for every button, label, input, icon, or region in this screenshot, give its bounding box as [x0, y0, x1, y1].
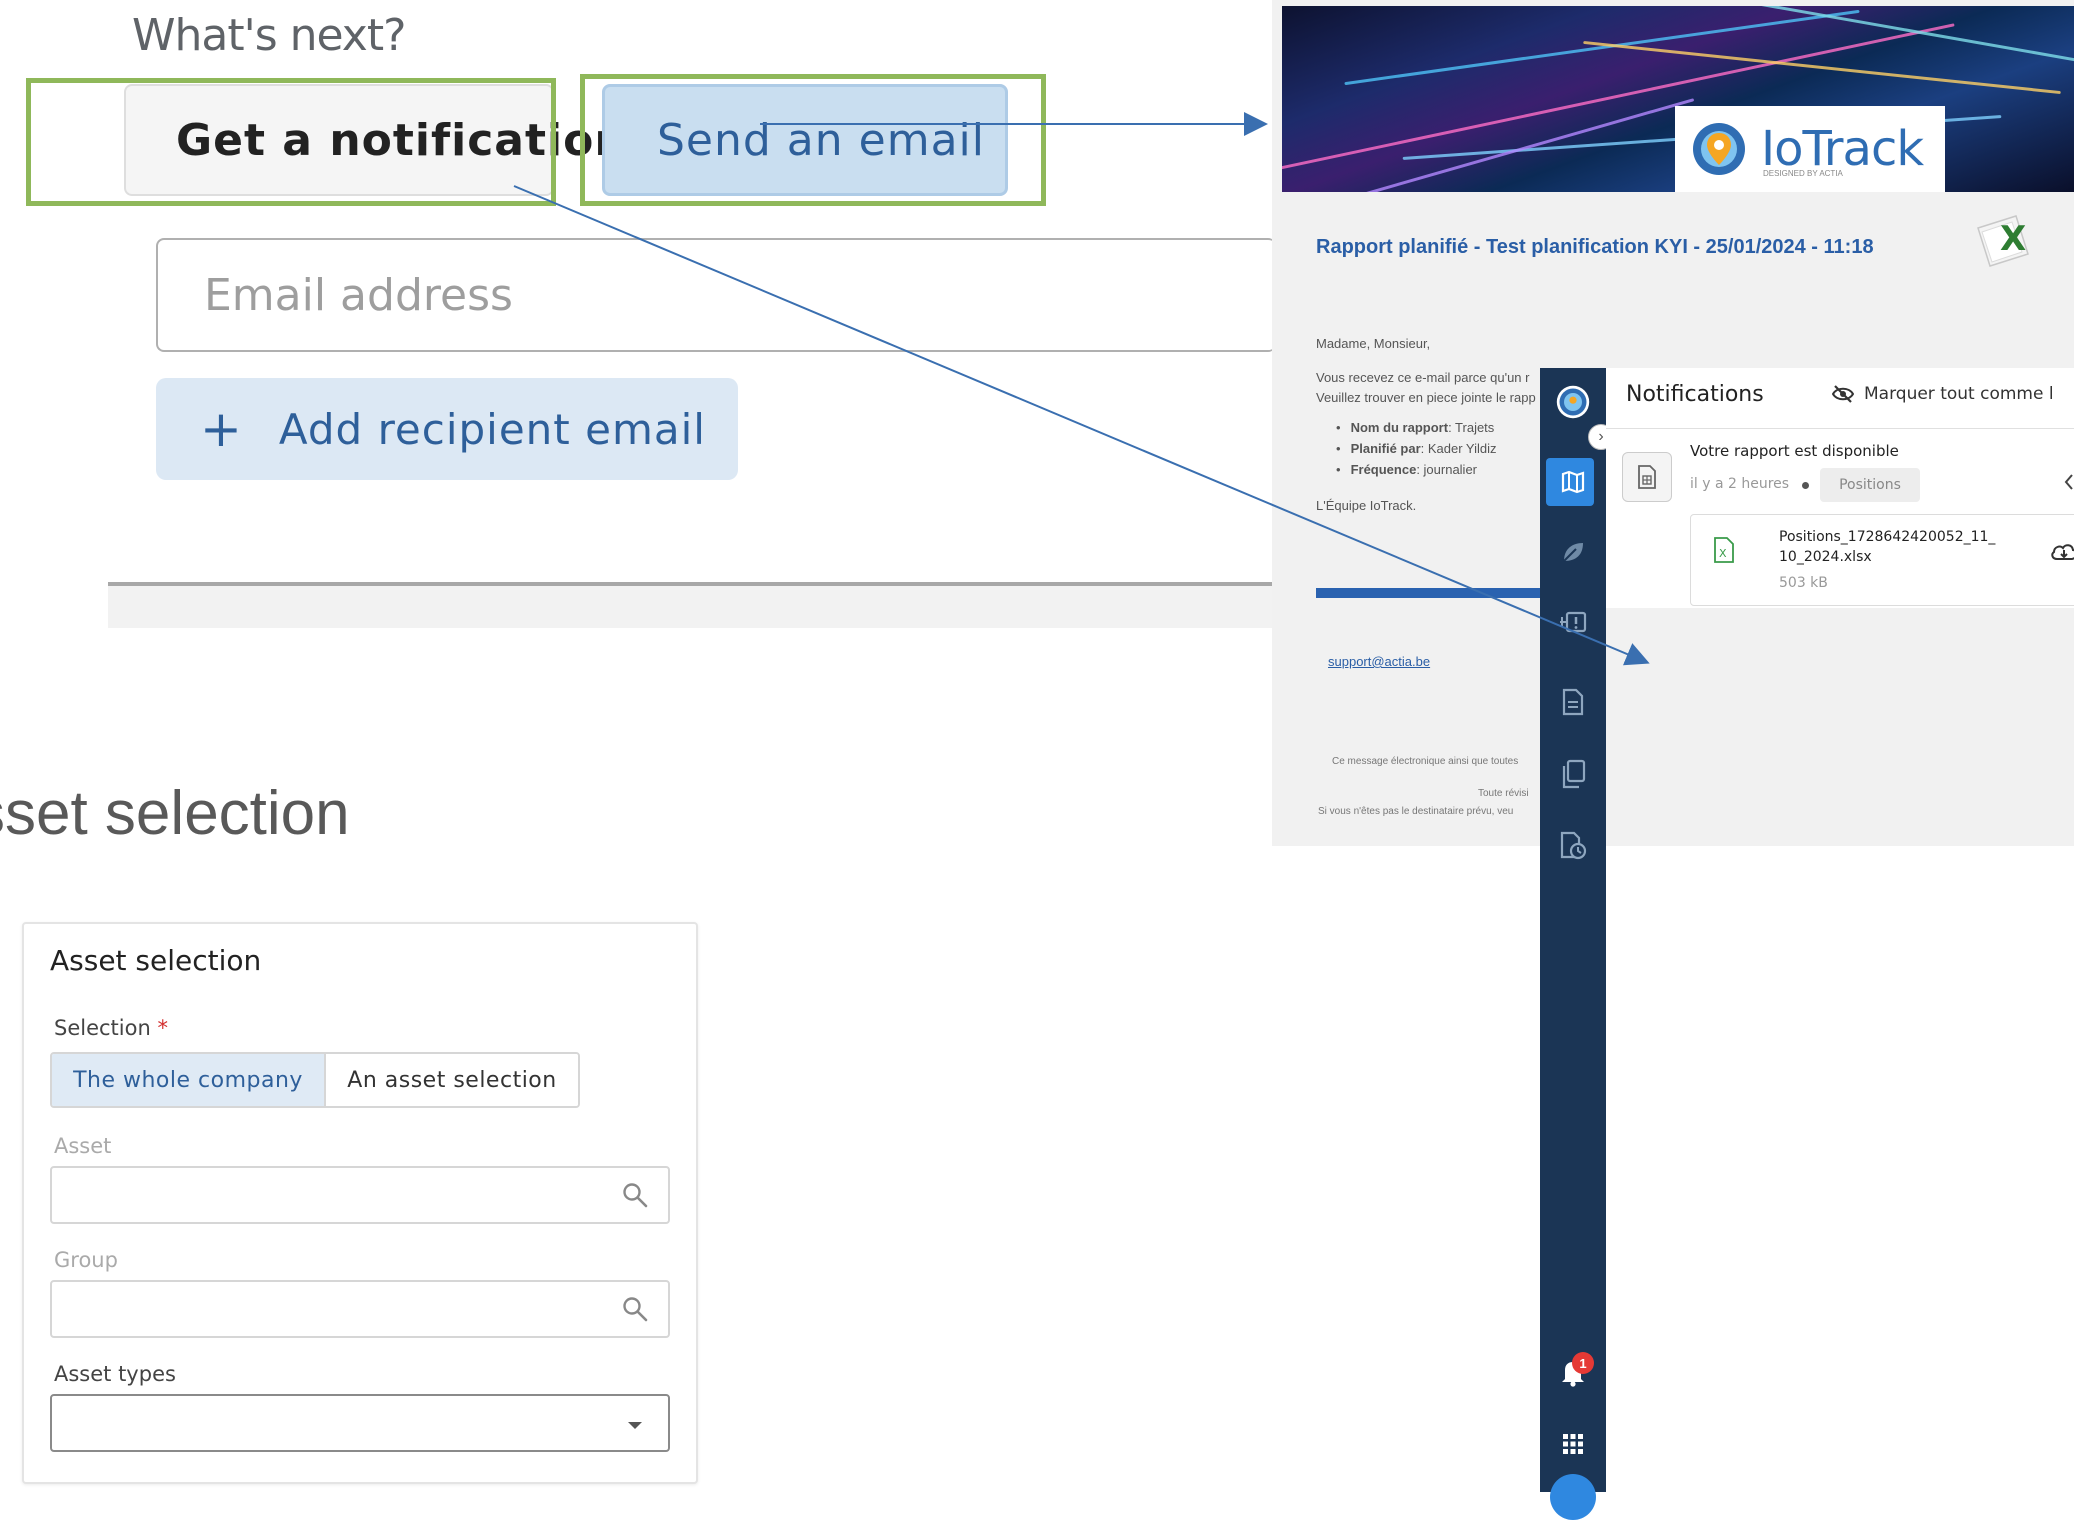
leaf-icon[interactable] [1555, 534, 1591, 570]
selection-toggle: The whole company An asset selection [50, 1052, 580, 1108]
notification-message: Votre rapport est disponible [1690, 442, 1899, 460]
footer-line3: Si vous n'êtes pas le destinataire prévu… [1318, 806, 1514, 817]
separator-dot [1802, 482, 1809, 489]
app-logo-icon[interactable] [1555, 384, 1591, 420]
mark-all-read-label: Marquer tout comme l [1864, 384, 2054, 404]
search-icon [623, 1183, 648, 1208]
attachment-size: 503 kB [1779, 575, 1828, 591]
attachment-filename-line2: 10_2024.xlsx [1779, 549, 1872, 565]
add-recipient-label: Add recipient email [278, 404, 706, 454]
highlight-notification [26, 78, 556, 206]
notifications-title: Notifications [1626, 382, 1764, 407]
mark-all-read-button[interactable]: Marquer tout comme l [1831, 384, 2054, 404]
report-icon[interactable] [1555, 684, 1591, 720]
positions-tag: Positions [1820, 468, 1920, 502]
email-accent-bar [1316, 588, 1566, 598]
email-signature: L'Équipe IoTrack. [1316, 498, 1417, 513]
footer-line2: Toute révisi [1478, 788, 1529, 799]
iotrack-logo-subtitle: DESIGNED BY ACTIA [1763, 169, 1843, 178]
list-item: Nom du rapport: Trajets [1351, 420, 1497, 435]
attachment-filename-line1: Positions_1728642420052_11_ [1779, 529, 1996, 545]
avatar[interactable] [1550, 1474, 1596, 1520]
iotrack-logo-icon [1693, 123, 1745, 175]
list-item: Fréquence: journalier [1351, 462, 1497, 477]
option-whole-company[interactable]: The whole company [52, 1054, 326, 1106]
notification-badge: 1 [1572, 1352, 1594, 1374]
attachment-card[interactable]: X Positions_1728642420052_11_ 10_2024.xl… [1690, 514, 2074, 606]
asset-card-title: Asset selection [50, 944, 262, 977]
chevron-down-icon [628, 1422, 642, 1429]
search-icon [623, 1297, 648, 1322]
selection-label: Selection * [54, 1016, 168, 1040]
plus-icon: + [200, 400, 243, 458]
asset-types-select[interactable] [50, 1394, 670, 1452]
add-recipient-email-button[interactable]: + Add recipient email [156, 378, 738, 480]
document-icon [1622, 452, 1672, 502]
documents-icon[interactable] [1555, 756, 1591, 792]
report-title: Rapport planifié - Test planification KY… [1316, 236, 1874, 258]
eye-off-icon [1831, 385, 1855, 403]
asset-selection-section-heading: sset selection [0, 779, 350, 848]
selection-label-text: Selection [54, 1016, 151, 1040]
option-asset-selection[interactable]: An asset selection [326, 1054, 578, 1106]
email-body-line1: Vous recevez ce e-mail parce qu'un r [1316, 370, 1530, 385]
support-link[interactable]: support@actia.be [1328, 654, 1430, 669]
alert-zone-icon[interactable] [1555, 604, 1591, 640]
email-banner-image: IoTrack DESIGNED BY ACTIA [1282, 6, 2074, 192]
notifications-panel: Notifications Marquer tout comme l Votre… [1606, 368, 2074, 608]
asset-selection-card: Asset selection Selection * The whole co… [22, 922, 698, 1484]
footer-line1: Ce message électronique ainsi que toutes [1332, 756, 1519, 767]
svg-text:X: X [2000, 219, 2026, 259]
asset-search-input[interactable] [50, 1166, 670, 1224]
notification-time: il y a 2 heures [1690, 476, 1790, 492]
asset-label: Asset [54, 1134, 112, 1158]
section-divider-band [108, 586, 1278, 628]
group-search-input[interactable] [50, 1280, 670, 1338]
required-marker: * [157, 1016, 168, 1040]
report-details-list: Nom du rapport: Trajets Planifié par: Ka… [1351, 420, 1497, 483]
map-icon[interactable] [1555, 464, 1591, 500]
asset-types-label: Asset types [54, 1362, 176, 1386]
svg-text:X: X [1719, 547, 1727, 560]
iotrack-logo: IoTrack DESIGNED BY ACTIA [1675, 106, 1945, 192]
list-item: Planifié par: Kader Yildiz [1351, 441, 1497, 456]
email-body-line2: Veuillez trouver en piece jointe le rapp [1316, 390, 1536, 405]
chevron-icon[interactable] [2064, 472, 2074, 492]
whats-next-heading: What's next? [132, 10, 406, 61]
scheduled-report-icon[interactable] [1555, 828, 1591, 864]
panel-divider [1606, 428, 2074, 429]
group-label: Group [54, 1248, 118, 1272]
apps-grid-icon[interactable] [1555, 1426, 1591, 1462]
cloud-download-icon[interactable] [2049, 541, 2074, 563]
excel-icon: X [1977, 215, 2029, 267]
app-sidebar [1540, 368, 1606, 1520]
email-greeting: Madame, Monsieur, [1316, 336, 1431, 351]
attachment-filename: Positions_1728642420052_11_ 10_2024.xlsx [1779, 527, 1995, 567]
excel-file-icon: X [1714, 537, 1734, 563]
highlight-email [580, 74, 1046, 206]
email-address-input[interactable]: Email address [156, 238, 1276, 352]
email-address-placeholder: Email address [204, 269, 513, 321]
